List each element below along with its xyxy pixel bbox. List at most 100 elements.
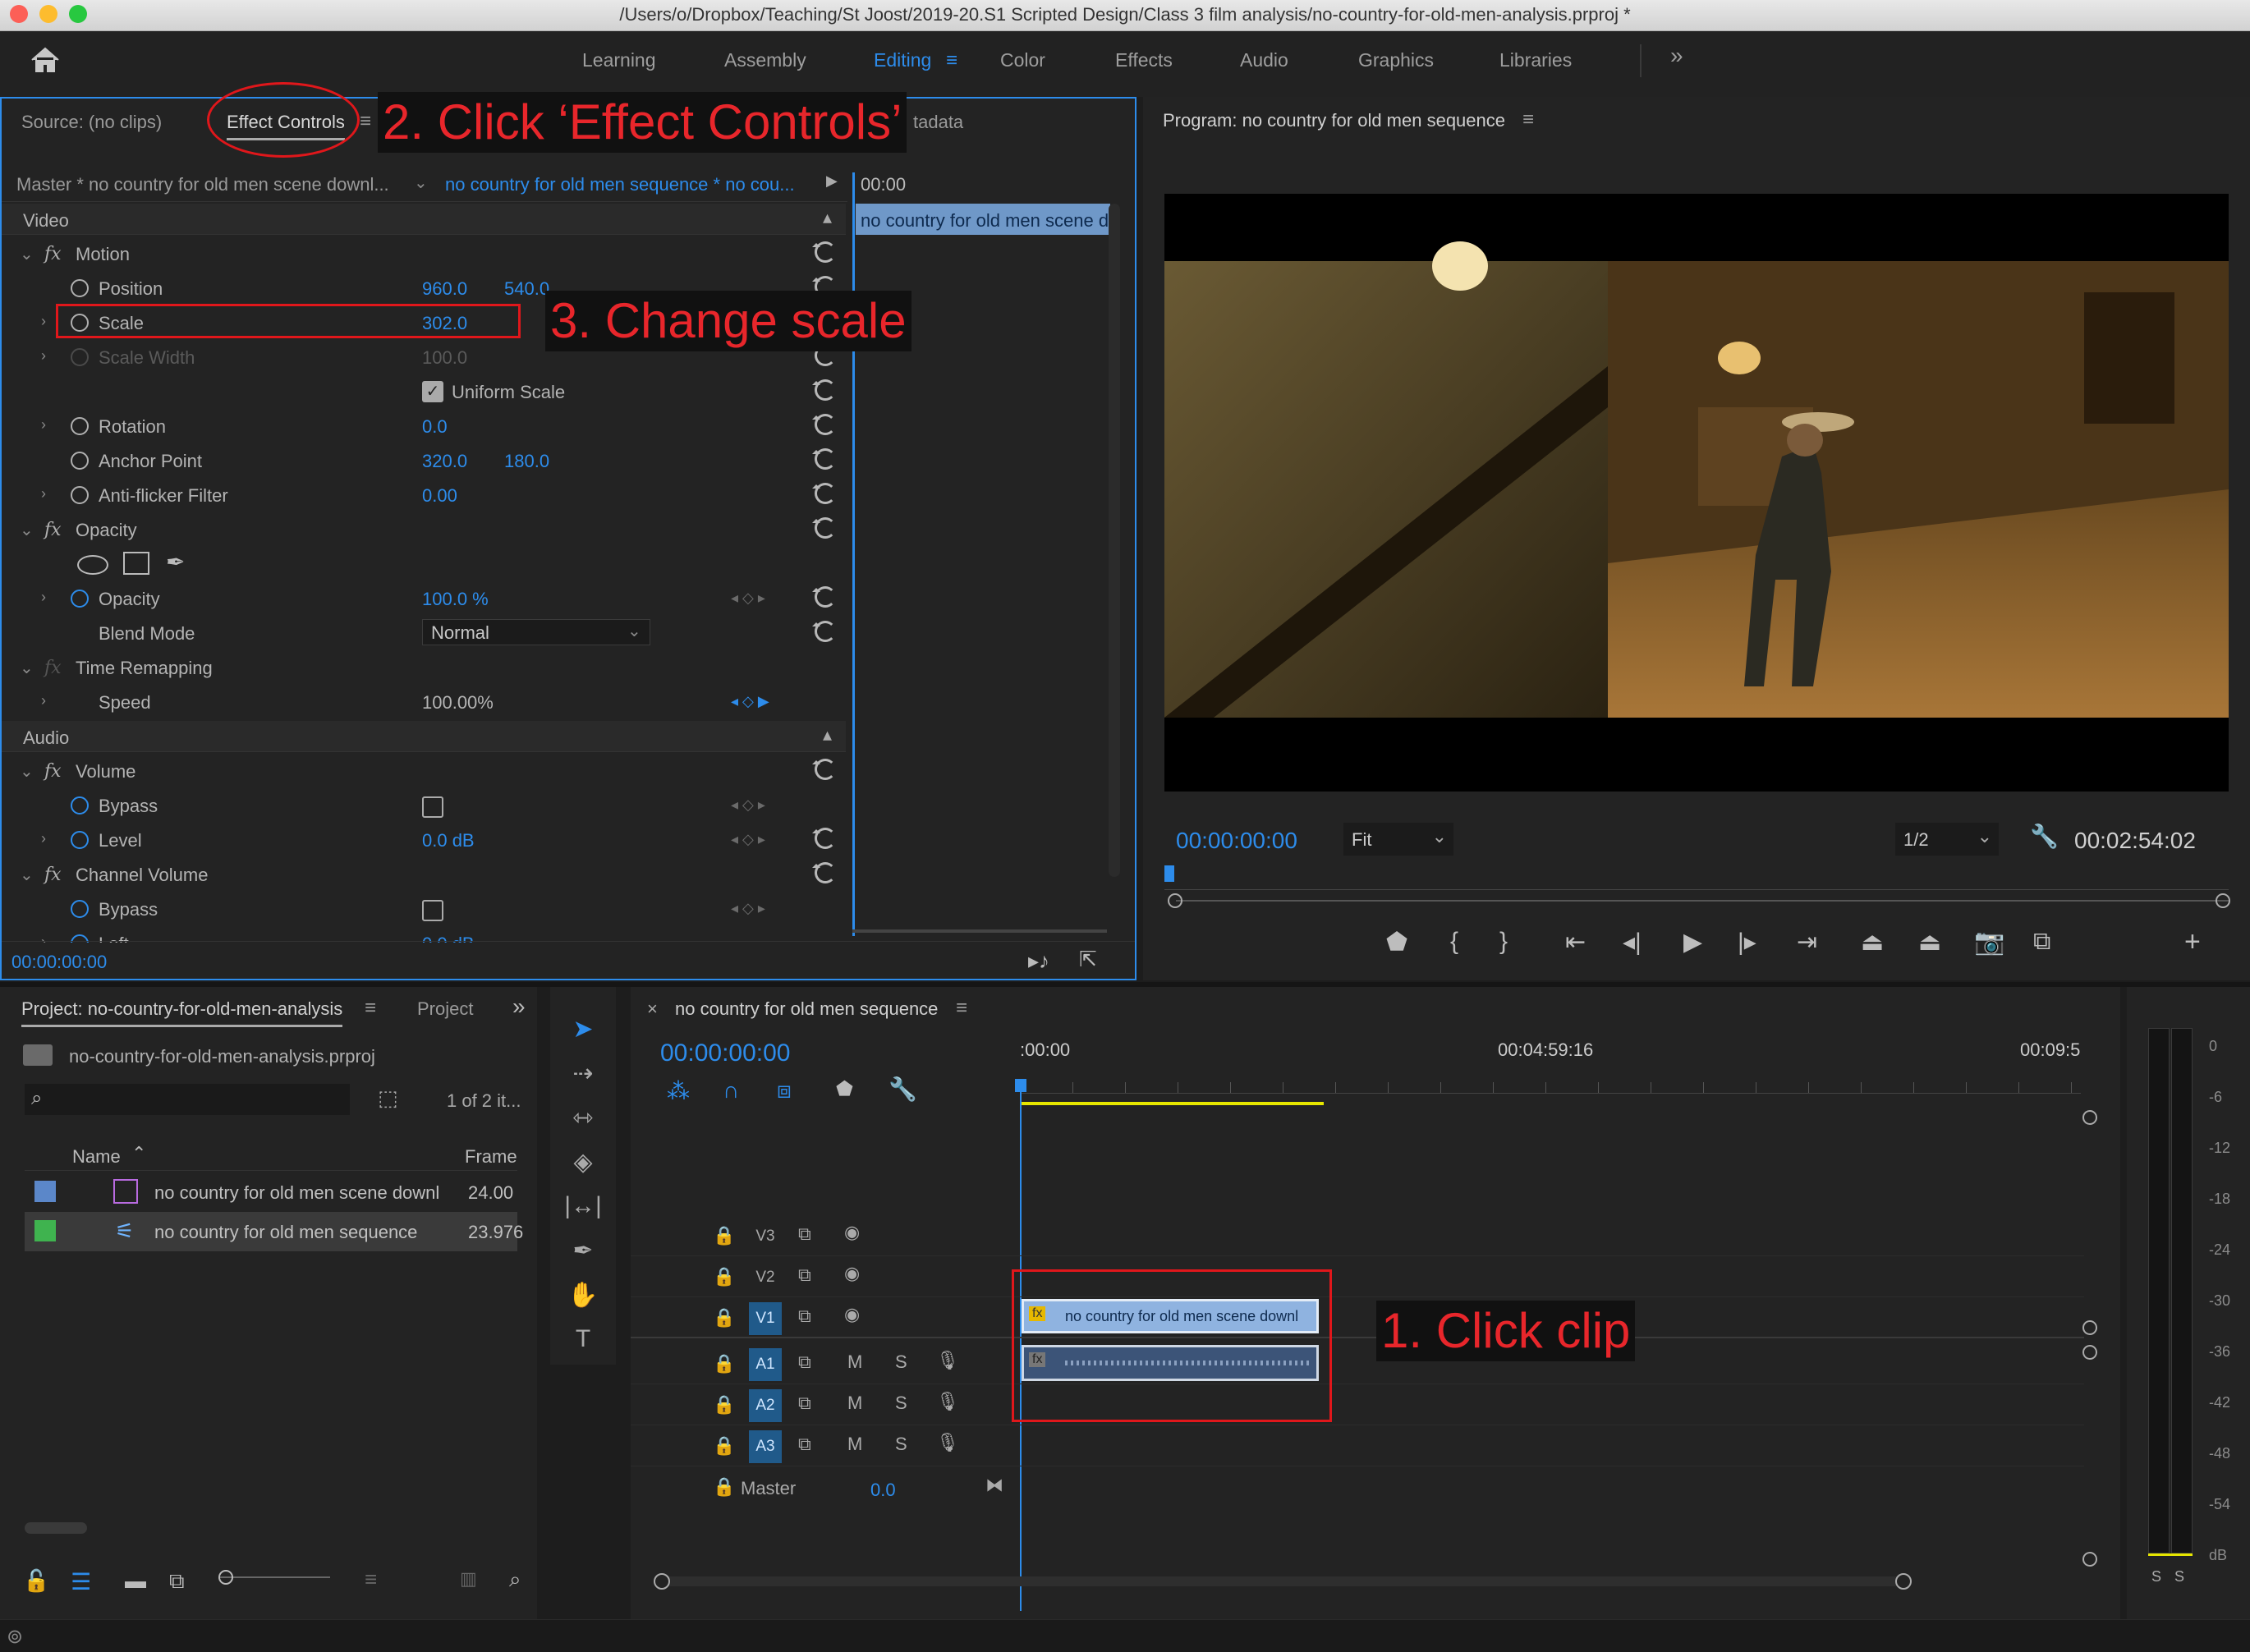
lock-icon[interactable]: 🔒 bbox=[713, 1353, 735, 1374]
chevron-down-icon[interactable]: ⌄ bbox=[627, 621, 641, 641]
lock-icon[interactable]: 🔒 bbox=[713, 1307, 735, 1328]
ec-zoom-bar[interactable] bbox=[852, 929, 1107, 933]
ec-mini-ruler[interactable]: 00:00 bbox=[852, 164, 1107, 202]
ec-scrollbar[interactable] bbox=[1109, 204, 1120, 877]
project-scrollbar[interactable] bbox=[25, 1522, 87, 1534]
camera-icon[interactable]: 📷 bbox=[1974, 928, 2004, 957]
collapse-up-icon[interactable]: ▴ bbox=[823, 207, 832, 228]
hscroll-handle-right[interactable] bbox=[1895, 1573, 1912, 1590]
close-tab-icon[interactable]: × bbox=[647, 998, 658, 1020]
keyframe-nav-icon[interactable]: ◂ ◇ ▸ bbox=[731, 590, 765, 607]
track-label[interactable]: A2 bbox=[749, 1389, 782, 1422]
lock-icon[interactable]: 🔒 bbox=[713, 1225, 735, 1246]
lock-icon[interactable]: 🔓 bbox=[23, 1568, 49, 1594]
panel-menu-icon[interactable]: ≡ bbox=[1522, 108, 1534, 131]
uniform-scale-checkbox[interactable]: ✓ bbox=[422, 381, 443, 402]
workspace-tab-assembly[interactable]: Assembly bbox=[724, 49, 806, 71]
solo-button[interactable]: S bbox=[895, 1393, 907, 1414]
selection-tool-icon[interactable]: ➤ bbox=[562, 1015, 604, 1053]
eye-icon[interactable]: ◉ bbox=[844, 1222, 860, 1243]
pen-mask-icon[interactable]: ✒ bbox=[166, 548, 185, 576]
reset-icon[interactable] bbox=[812, 586, 836, 608]
solo-button[interactable]: S bbox=[895, 1434, 907, 1455]
position-y-value[interactable]: 540.0 bbox=[504, 278, 549, 300]
stopwatch-icon[interactable] bbox=[71, 279, 89, 297]
go-to-out-icon[interactable]: ⇥ bbox=[1797, 928, 1817, 957]
solo-right-button[interactable]: S bbox=[2174, 1568, 2184, 1585]
stopwatch-icon[interactable] bbox=[71, 796, 89, 815]
program-ruler[interactable] bbox=[1164, 869, 2229, 890]
linked-selection-icon[interactable]: ⧈ bbox=[777, 1077, 792, 1104]
slip-icon[interactable]: |↔| bbox=[562, 1192, 604, 1230]
speed-value[interactable]: 100.00% bbox=[422, 692, 494, 714]
chevron-down-icon[interactable]: ⌄ bbox=[20, 761, 34, 782]
workspace-tab-audio[interactable]: Audio bbox=[1240, 49, 1288, 71]
reset-icon[interactable] bbox=[812, 241, 836, 263]
project-item[interactable]: no country for old men scene downl 24.00 bbox=[25, 1172, 517, 1212]
hand-icon[interactable]: ✋ bbox=[562, 1281, 604, 1319]
timeline-ruler[interactable] bbox=[1020, 1082, 2081, 1094]
ec-clip-bar[interactable]: no country for old men scene d bbox=[856, 204, 1110, 235]
more-workspaces-icon[interactable]: » bbox=[1670, 43, 1683, 69]
reset-icon[interactable] bbox=[812, 828, 836, 849]
lock-icon[interactable]: 🔒 bbox=[713, 1266, 735, 1287]
lock-icon[interactable]: 🔒 bbox=[713, 1394, 735, 1416]
hscroll-handle-left[interactable] bbox=[654, 1573, 670, 1590]
opacity-value[interactable]: 100.0 % bbox=[422, 589, 489, 610]
fx-icon[interactable]: fx bbox=[44, 761, 62, 782]
ec-footer-timecode[interactable]: 00:00:00:00 bbox=[11, 952, 107, 973]
stopwatch-icon[interactable] bbox=[71, 590, 89, 608]
workspace-tab-learning[interactable]: Learning bbox=[582, 49, 656, 71]
panel-menu-icon[interactable]: ≡ bbox=[360, 110, 371, 133]
sync-lock-icon[interactable]: ⧉ bbox=[798, 1223, 811, 1245]
reset-icon[interactable] bbox=[812, 379, 836, 401]
sync-lock-icon[interactable]: ⧉ bbox=[798, 1393, 811, 1414]
stopwatch-icon[interactable] bbox=[71, 417, 89, 435]
master-clip-name[interactable]: Master * no country for old men scene do… bbox=[16, 174, 389, 195]
reset-icon[interactable] bbox=[812, 621, 836, 642]
column-frame-header[interactable]: Frame bbox=[465, 1146, 517, 1168]
track-select-icon[interactable]: ⇢ bbox=[562, 1059, 604, 1097]
slider-handle[interactable] bbox=[218, 1570, 233, 1585]
position-x-value[interactable]: 960.0 bbox=[422, 278, 467, 300]
stopwatch-icon[interactable] bbox=[71, 900, 89, 918]
mark-in-icon[interactable]: { bbox=[1450, 928, 1458, 956]
program-zoom-bar[interactable] bbox=[1176, 900, 2230, 902]
play-only-audio-icon[interactable]: ▶ bbox=[826, 172, 838, 190]
zoom-select[interactable]: Fit ⌄ bbox=[1343, 823, 1453, 856]
add-marker-icon[interactable]: ⬟ bbox=[836, 1077, 853, 1101]
freeform-view-icon[interactable]: ⧉ bbox=[169, 1568, 185, 1595]
rectangle-mask-icon[interactable] bbox=[123, 552, 149, 575]
timeline-tab[interactable]: no country for old men sequence bbox=[675, 998, 938, 1020]
sort-icons-icon[interactable]: ≡ bbox=[365, 1567, 377, 1592]
timeline-hscroll[interactable] bbox=[662, 1576, 1907, 1586]
ec-playhead[interactable] bbox=[852, 172, 855, 936]
panel-menu-icon[interactable]: ≡ bbox=[365, 997, 376, 1020]
go-to-end-icon[interactable]: ⧓ bbox=[985, 1475, 1003, 1496]
home-icon[interactable] bbox=[30, 46, 61, 74]
program-playhead[interactable] bbox=[1164, 865, 1174, 882]
stopwatch-icon[interactable] bbox=[71, 486, 89, 504]
chevron-right-icon[interactable]: › bbox=[41, 485, 46, 502]
icon-view-icon[interactable]: ▬ bbox=[125, 1568, 146, 1594]
fx-icon[interactable]: fx bbox=[44, 865, 62, 885]
resolution-select[interactable]: 1/2 ⌄ bbox=[1895, 823, 1999, 856]
mute-button[interactable]: M bbox=[847, 1434, 862, 1455]
tab-source[interactable]: Source: (no clips) bbox=[21, 112, 162, 133]
razor-icon[interactable]: ◈ bbox=[562, 1148, 604, 1186]
more-tabs-icon[interactable]: » bbox=[512, 993, 526, 1020]
timeline-timecode[interactable]: 00:00:00:00 bbox=[660, 1039, 790, 1067]
project-tab-2[interactable]: Project bbox=[417, 998, 473, 1020]
reset-icon[interactable] bbox=[812, 448, 836, 470]
nest-icon[interactable]: ⁂ bbox=[667, 1077, 690, 1104]
playhead-handle[interactable] bbox=[1015, 1079, 1026, 1092]
creative-cloud-icon[interactable]: ⊚ bbox=[7, 1625, 23, 1649]
chevron-right-icon[interactable]: › bbox=[41, 692, 46, 709]
chevron-down-icon[interactable]: ⌄ bbox=[20, 244, 34, 264]
volume-row[interactable]: ⌄ fx Volume bbox=[2, 754, 846, 788]
mute-button[interactable]: M bbox=[847, 1351, 862, 1373]
panel-menu-icon[interactable]: ≡ bbox=[956, 997, 967, 1020]
chevron-down-icon[interactable]: ⌄ bbox=[20, 520, 34, 540]
step-forward-icon[interactable]: |▸ bbox=[1738, 928, 1756, 957]
export-icon[interactable]: ⇱ bbox=[1079, 947, 1097, 972]
